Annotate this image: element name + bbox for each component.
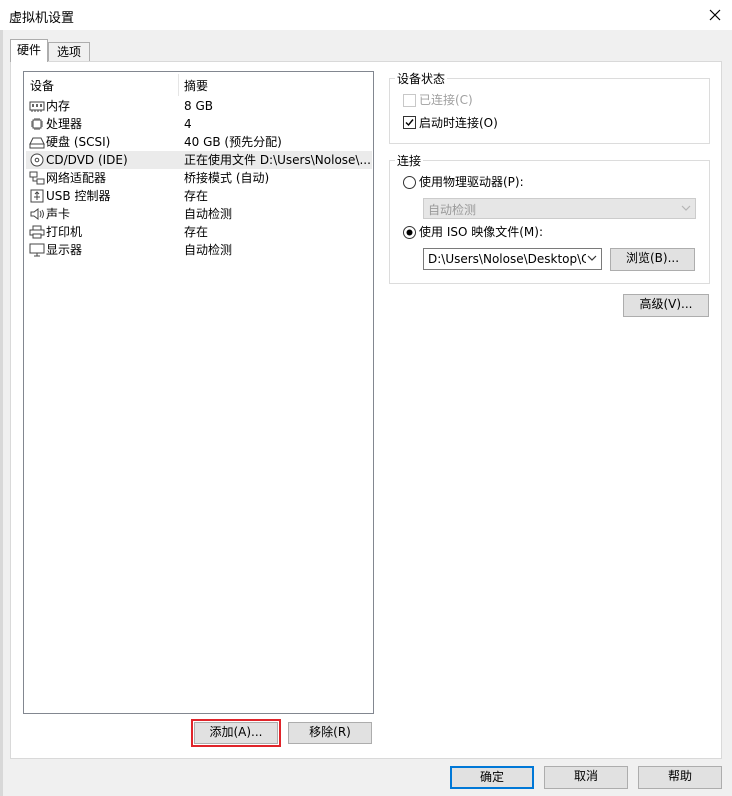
processor-icon <box>31 118 43 130</box>
device-row-usb[interactable]: USB 控制器 存在 <box>26 187 372 205</box>
connect-at-power-on-label: 启动时连接(O) <box>419 116 498 130</box>
device-row-network-adapter[interactable]: 网络适配器 桥接模式 (自动) <box>26 169 372 187</box>
title-bar: 虚拟机设置 <box>0 0 732 30</box>
radio-dot-icon <box>406 229 413 236</box>
device-name: 显示器 <box>46 243 83 257</box>
device-row-processor[interactable]: 处理器 4 <box>26 115 372 133</box>
connection-title: 连接 <box>395 154 424 168</box>
advanced-button[interactable]: 高级(V)... <box>623 294 709 317</box>
usb-icon <box>30 189 44 203</box>
device-row-cd-dvd[interactable]: CD/DVD (IDE) 正在使用文件 D:\Users\Nolose\... <box>26 151 372 169</box>
device-name: 声卡 <box>46 207 71 221</box>
column-separator[interactable] <box>178 74 179 96</box>
checkmark-icon <box>405 119 414 127</box>
device-name: USB 控制器 <box>46 189 111 203</box>
help-button[interactable]: 帮助 <box>638 766 722 789</box>
device-row-sound-card[interactable]: 声卡 自动检测 <box>26 205 372 223</box>
column-header-device[interactable]: 设备 <box>30 77 178 95</box>
memory-icon <box>29 101 45 112</box>
device-summary: 4 <box>184 117 192 131</box>
physical-drive-label: 使用物理驱动器(P): <box>419 175 524 189</box>
tab-options[interactable]: 选项 <box>48 42 90 62</box>
window-title: 虚拟机设置 <box>9 11 75 26</box>
cd-dvd-icon <box>30 153 44 167</box>
remove-button[interactable]: 移除(R) <box>288 722 372 744</box>
close-button[interactable] <box>703 3 727 27</box>
device-name: 硬盘 (SCSI) <box>46 135 111 149</box>
device-summary: 40 GB (预先分配) <box>184 135 282 149</box>
device-summary: 存在 <box>184 189 209 203</box>
device-list[interactable]: 设备 摘要 内存 8 GB 处理器 4 硬盘 (SCSI) 40 GB (预先分… <box>23 71 374 714</box>
physical-drive-select[interactable]: 自动检测 <box>423 198 696 219</box>
tab-hardware[interactable]: 硬件 <box>10 39 48 62</box>
device-name: 网络适配器 <box>46 171 107 185</box>
connected-label: 已连接(C) <box>419 93 473 107</box>
device-name: CD/DVD (IDE) <box>46 153 128 167</box>
device-summary: 桥接模式 (自动) <box>184 171 270 185</box>
column-header-summary[interactable]: 摘要 <box>184 77 369 95</box>
ok-button[interactable]: 确定 <box>450 766 534 789</box>
device-status-title: 设备状态 <box>395 72 448 86</box>
connect-at-power-on-checkbox[interactable] <box>403 116 416 129</box>
device-summary: 自动检测 <box>184 207 233 221</box>
device-name: 内存 <box>46 99 71 113</box>
device-summary: 自动检测 <box>184 243 233 257</box>
add-button-highlight <box>191 719 281 747</box>
device-summary: 存在 <box>184 225 209 239</box>
device-name: 处理器 <box>46 117 83 131</box>
display-icon <box>29 243 45 257</box>
device-row-printer[interactable]: 打印机 存在 <box>26 223 372 241</box>
close-icon <box>709 9 721 21</box>
device-row-hard-disk[interactable]: 硬盘 (SCSI) 40 GB (预先分配) <box>26 133 372 151</box>
iso-path-value: D:\Users\Nolose\Desktop\Ce <box>428 252 597 266</box>
device-row-display[interactable]: 显示器 自动检测 <box>26 241 372 259</box>
printer-icon <box>29 225 45 239</box>
iso-path-combobox[interactable]: D:\Users\Nolose\Desktop\Ce <box>423 248 602 270</box>
window-edge <box>0 30 3 796</box>
device-row-memory[interactable]: 内存 8 GB <box>26 97 372 115</box>
browse-button[interactable]: 浏览(B)... <box>610 248 695 271</box>
iso-image-label: 使用 ISO 映像文件(M): <box>419 225 543 239</box>
device-status-group <box>389 78 710 144</box>
hard-disk-icon <box>29 137 45 149</box>
chevron-down-icon[interactable] <box>586 252 598 264</box>
chevron-down-icon <box>681 205 691 211</box>
iso-image-radio[interactable] <box>403 226 416 239</box>
device-summary: 8 GB <box>184 99 213 113</box>
network-adapter-icon <box>29 171 45 185</box>
physical-drive-value: 自动检测 <box>428 203 477 217</box>
device-name: 打印机 <box>46 225 83 239</box>
connected-checkbox[interactable] <box>403 94 416 107</box>
device-summary: 正在使用文件 D:\Users\Nolose\... <box>184 153 370 167</box>
cancel-button[interactable]: 取消 <box>544 766 628 789</box>
sound-card-icon <box>30 208 44 220</box>
physical-drive-radio[interactable] <box>403 176 416 189</box>
